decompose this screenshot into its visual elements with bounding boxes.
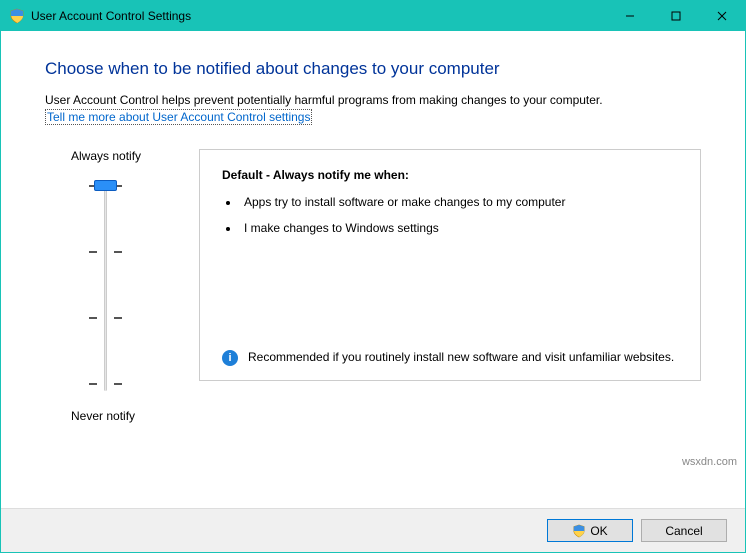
recommendation-row: i Recommended if you routinely install n… [222,349,678,366]
shield-icon [9,8,25,24]
slider-tick [89,251,97,253]
ok-button-label: OK [590,524,607,538]
main-row: Always notify Never notify Default - Alw… [45,149,701,423]
slider-tick [89,383,97,385]
cancel-button-label: Cancel [665,524,702,538]
recommendation-text: Recommended if you routinely install new… [248,349,674,365]
window-title: User Account Control Settings [31,9,191,23]
info-bullet: Apps try to install software or make cha… [240,194,678,210]
info-icon: i [222,350,238,366]
content-area: Choose when to be notified about changes… [1,31,745,508]
footer: OK Cancel [1,508,745,552]
slider-tick [114,251,122,253]
slider-tick [114,383,122,385]
info-bullet: I make changes to Windows settings [240,220,678,236]
watermark: wsxdn.com [682,456,737,468]
minimize-button[interactable] [607,1,653,31]
cancel-button[interactable]: Cancel [641,519,727,542]
page-heading: Choose when to be notified about changes… [45,59,701,79]
info-panel: Default - Always notify me when: Apps tr… [199,149,701,381]
window-controls [607,1,745,31]
page-description: User Account Control helps prevent poten… [45,93,701,107]
slider-thumb[interactable] [94,180,117,191]
slider-tick [114,317,122,319]
slider-top-label: Always notify [45,149,175,163]
info-panel-title: Default - Always notify me when: [222,168,678,182]
notify-slider[interactable] [75,181,135,391]
slider-track [104,181,107,391]
slider-column: Always notify Never notify [45,149,175,423]
titlebar: User Account Control Settings [1,1,745,31]
slider-bottom-label: Never notify [45,409,175,423]
ok-button[interactable]: OK [547,519,633,542]
maximize-button[interactable] [653,1,699,31]
close-button[interactable] [699,1,745,31]
shield-icon [572,524,586,538]
uac-settings-window: User Account Control Settings Choose whe… [0,0,746,553]
help-link[interactable]: Tell me more about User Account Control … [45,109,312,125]
slider-tick [89,317,97,319]
info-list: Apps try to install software or make cha… [222,194,678,246]
